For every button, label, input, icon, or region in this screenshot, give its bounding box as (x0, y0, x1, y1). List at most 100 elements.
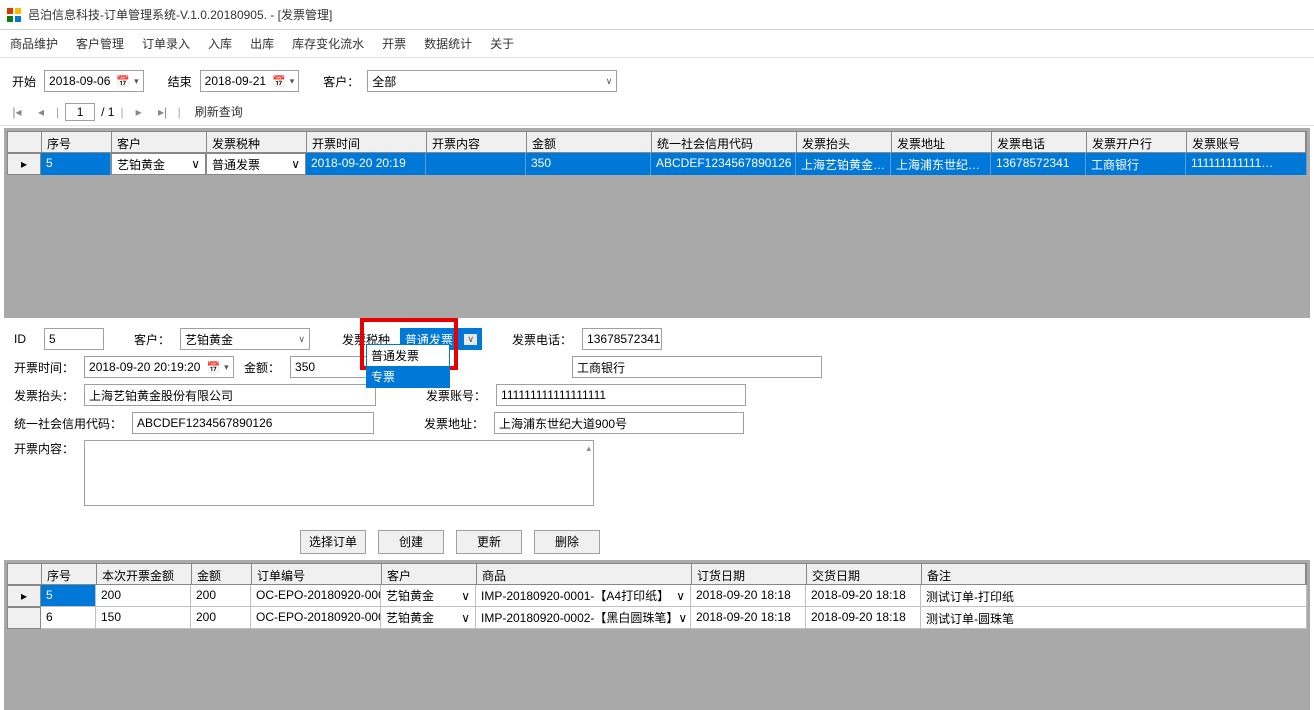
row-indicator (7, 607, 41, 629)
tax-option-normal[interactable]: 普通发票 (367, 345, 449, 366)
chevron-down-icon: ∨ (461, 589, 470, 603)
tax-option-special[interactable]: 专票 (367, 366, 449, 387)
col2-ddate[interactable]: 交货日期 (807, 564, 922, 584)
col-addr[interactable]: 发票地址 (892, 132, 992, 152)
id-label: ID (14, 332, 34, 346)
tax-dropdown-list[interactable]: 普通发票 专票 (366, 344, 450, 388)
create-button[interactable]: 创建 (378, 530, 444, 554)
col2-order[interactable]: 订单编号 (252, 564, 382, 584)
grid-row[interactable]: ▸ 5 艺铂黄金∨ 普通发票∨ 2018-09-20 20:19 350 ABC… (7, 153, 1307, 175)
menu-stock[interactable]: 库存变化流水 (292, 35, 364, 52)
cell-remark[interactable]: 测试订单-打印纸 (921, 585, 1307, 607)
cell-inv[interactable]: 200 (96, 585, 191, 607)
cell-odate[interactable]: 2018-09-20 18:18 (691, 585, 806, 607)
col-tax[interactable]: 发票税种 (207, 132, 307, 152)
col-amount[interactable]: 金额 (527, 132, 652, 152)
col2-amt[interactable]: 金额 (192, 564, 252, 584)
menu-in[interactable]: 入库 (208, 35, 232, 52)
cell-addr[interactable]: 上海浦东世纪… (891, 153, 991, 175)
phone-field[interactable]: 13678572341 (582, 328, 662, 350)
update-button[interactable]: 更新 (456, 530, 522, 554)
prev-page-button[interactable]: ◂ (32, 103, 50, 121)
cell-cust[interactable]: 艺铂黄金∨ (381, 607, 476, 629)
cell-tax[interactable]: 普通发票∨ (206, 153, 306, 175)
invoice-grid: 序号 客户 发票税种 开票时间 开票内容 金额 统一社会信用代码 发票抬头 发票… (4, 128, 1310, 318)
cell-odate[interactable]: 2018-09-20 18:18 (691, 607, 806, 629)
col-account[interactable]: 发票账号 (1187, 132, 1306, 152)
order-row[interactable]: 6 150 200 OC-EPO-20180920-0002 艺铂黄金∨ IMP… (7, 607, 1307, 629)
col2-seq[interactable]: 序号 (42, 564, 97, 584)
time-input[interactable]: 2018-09-20 20:19:20📅▾ (84, 356, 234, 378)
cell-seq[interactable]: 5 (41, 585, 96, 607)
content-textarea[interactable]: ▴ (84, 440, 594, 506)
amount-label: 金额： (244, 359, 280, 376)
page-input[interactable]: 1 (65, 103, 95, 121)
col2-remark[interactable]: 备注 (922, 564, 1306, 584)
menu-about[interactable]: 关于 (490, 35, 514, 52)
col-customer[interactable]: 客户 (112, 132, 207, 152)
cell-seq[interactable]: 5 (41, 153, 111, 175)
cell-bank[interactable]: 工商银行 (1086, 153, 1186, 175)
menu-customer[interactable]: 客户管理 (76, 35, 124, 52)
last-page-button[interactable]: ▸| (154, 103, 172, 121)
col-bank[interactable]: 发票开户行 (1087, 132, 1187, 152)
cell-account[interactable]: 111111111111… (1186, 153, 1307, 175)
delete-button[interactable]: 删除 (534, 530, 600, 554)
first-page-button[interactable]: |◂ (8, 103, 26, 121)
menu-out[interactable]: 出库 (250, 35, 274, 52)
cell-cust[interactable]: 艺铂黄金∨ (381, 585, 476, 607)
cell-prod[interactable]: IMP-20180920-0002-【黑白圆珠笔】∨ (476, 607, 691, 629)
menu-product[interactable]: 商品维护 (10, 35, 58, 52)
col-title[interactable]: 发票抬头 (797, 132, 892, 152)
cell-amt[interactable]: 200 (191, 607, 251, 629)
start-date-input[interactable]: 2018-09-06 📅 ▾ (44, 70, 144, 92)
cell-content[interactable] (426, 153, 526, 175)
col2-prod[interactable]: 商品 (477, 564, 692, 584)
col-seq[interactable]: 序号 (42, 132, 112, 152)
menu-stats[interactable]: 数据统计 (424, 35, 472, 52)
end-date-input[interactable]: 2018-09-21 📅 ▾ (200, 70, 300, 92)
menu-order-entry[interactable]: 订单录入 (142, 35, 190, 52)
customer-select[interactable]: 全部 ∨ (367, 70, 617, 92)
col2-inv[interactable]: 本次开票金额 (97, 564, 192, 584)
chevron-down-icon: ∨ (461, 611, 470, 625)
cell-customer[interactable]: 艺铂黄金∨ (111, 153, 206, 175)
col2-cust[interactable]: 客户 (382, 564, 477, 584)
next-page-button[interactable]: ▸ (130, 103, 148, 121)
cell-ddate[interactable]: 2018-09-20 18:18 (806, 607, 921, 629)
cell-amount[interactable]: 350 (526, 153, 651, 175)
cell-order[interactable]: OC-EPO-20180920-0002 (251, 607, 381, 629)
cell-ddate[interactable]: 2018-09-20 18:18 (806, 585, 921, 607)
menubar: 商品维护 客户管理 订单录入 入库 出库 库存变化流水 开票 数据统计 关于 (0, 30, 1314, 58)
col-phone[interactable]: 发票电话 (992, 132, 1087, 152)
col-time[interactable]: 开票时间 (307, 132, 427, 152)
col-content[interactable]: 开票内容 (427, 132, 527, 152)
separator: | (120, 105, 123, 119)
refresh-button[interactable]: 刷新查询 (195, 103, 243, 120)
cell-title[interactable]: 上海艺铂黄金… (796, 153, 891, 175)
col-uscc[interactable]: 统一社会信用代码 (652, 132, 797, 152)
select-order-button[interactable]: 选择订单 (300, 530, 366, 554)
order-row[interactable]: ▸ 5 200 200 OC-EPO-20180920-0001 艺铂黄金∨ I… (7, 585, 1307, 607)
cell-order[interactable]: OC-EPO-20180920-0001 (251, 585, 381, 607)
cell-prod[interactable]: IMP-20180920-0001-【A4打印纸】∨ (476, 585, 691, 607)
cell-seq[interactable]: 6 (41, 607, 96, 629)
id-field[interactable]: 5 (44, 328, 104, 350)
cust-select[interactable]: 艺铂黄金∨ (180, 328, 310, 350)
cell-time[interactable]: 2018-09-20 20:19 (306, 153, 426, 175)
chevron-down-icon: ▾ (290, 76, 295, 87)
cell-uscc[interactable]: ABCDEF1234567890126 (651, 153, 796, 175)
chevron-down-icon: ∨ (606, 76, 613, 87)
uscc-field[interactable]: ABCDEF1234567890126 (132, 412, 374, 434)
addr-field[interactable]: 上海浦东世纪大道900号 (494, 412, 744, 434)
cell-phone[interactable]: 13678572341 (991, 153, 1086, 175)
menu-invoice[interactable]: 开票 (382, 35, 406, 52)
cell-remark[interactable]: 测试订单-圆珠笔 (921, 607, 1307, 629)
cell-inv[interactable]: 150 (96, 607, 191, 629)
col2-odate[interactable]: 订货日期 (692, 564, 807, 584)
cell-amt[interactable]: 200 (191, 585, 251, 607)
title-field[interactable]: 上海艺铂黄金股份有限公司 (84, 384, 376, 406)
acct-field[interactable]: 111111111111111111 (496, 384, 746, 406)
acct-label: 发票账号： (426, 387, 486, 404)
bank-field[interactable]: 工商银行 (572, 356, 822, 378)
